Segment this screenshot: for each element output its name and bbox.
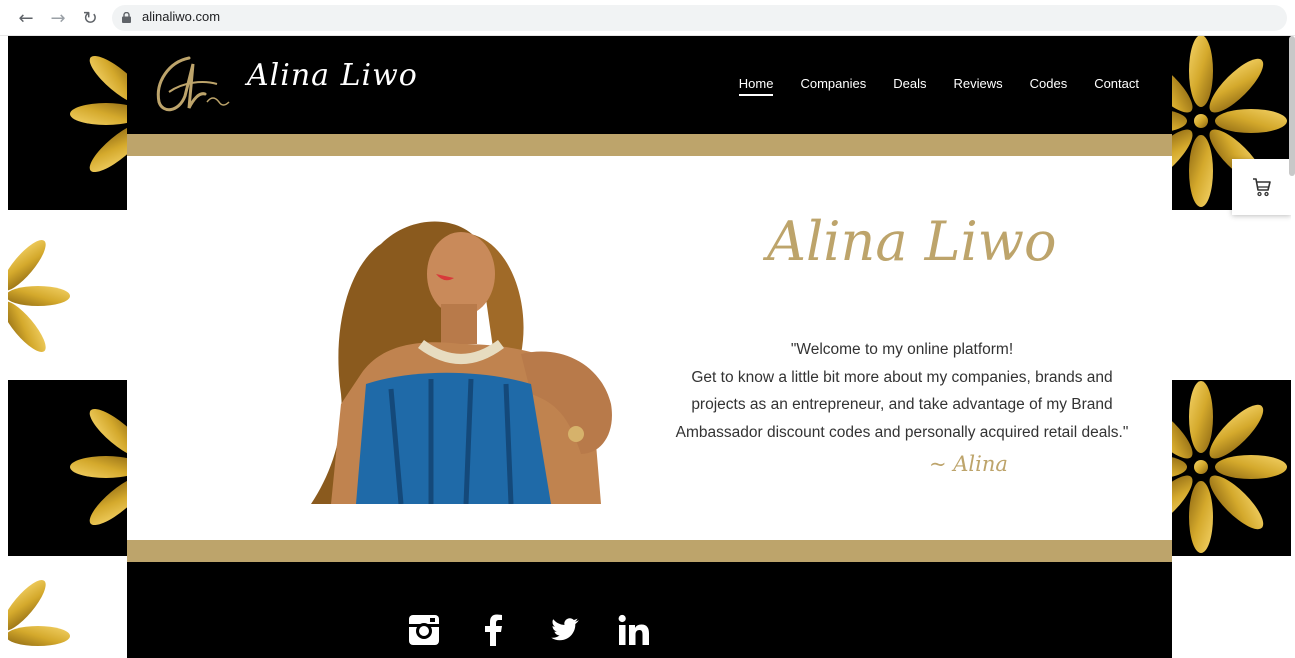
main-navigation: Home Companies Deals Reviews Codes Conta… (738, 76, 1139, 96)
quote-line: "Welcome to my online platform! (790, 341, 1014, 358)
quote-line: Ambassador discount codes and personally… (675, 423, 1129, 441)
twitter-icon[interactable] (548, 614, 580, 646)
web-page: Alina Liwo Home Companies Deals Reviews … (8, 36, 1291, 658)
lock-icon (122, 12, 131, 23)
site-title[interactable]: Alina Liwo (247, 58, 418, 93)
social-links (408, 614, 650, 646)
linkedin-icon[interactable] (618, 614, 650, 646)
nav-home[interactable]: Home (738, 76, 774, 96)
facebook-icon[interactable] (478, 614, 510, 646)
nav-codes[interactable]: Codes (1030, 76, 1068, 96)
page-scrollbar[interactable] (1289, 36, 1295, 176)
alina-portrait-image (311, 221, 612, 504)
left-bottom-flower-decor (8, 580, 70, 646)
hero-title: Alina Liwo (767, 210, 1057, 273)
instagram-icon[interactable] (408, 614, 440, 646)
nav-deals[interactable]: Deals (893, 76, 926, 96)
browser-toolbar: ← → ↻ alinaliwo.com (0, 0, 1295, 36)
forward-arrow-icon[interactable]: → (46, 6, 70, 30)
cart-button[interactable] (1232, 159, 1291, 215)
quote-line: projects as an entrepreneur, and take ad… (691, 396, 1113, 413)
reload-icon[interactable]: ↻ (78, 6, 102, 30)
hero-section: Alina Liwo "Welcome to my online platfor… (127, 156, 1172, 540)
nav-contact[interactable]: Contact (1094, 76, 1139, 96)
quote-signature: ~ Alina (929, 452, 1008, 476)
gold-divider-bottom (127, 540, 1172, 562)
nav-reviews[interactable]: Reviews (953, 76, 1002, 96)
alina-logo-icon[interactable] (149, 52, 239, 118)
back-arrow-icon[interactable]: ← (14, 6, 38, 30)
cart-icon (1252, 178, 1271, 197)
gold-divider-top (127, 134, 1172, 156)
welcome-quote: "Welcome to my online platform! Get to k… (657, 336, 1147, 446)
address-bar[interactable]: alinaliwo.com (112, 5, 1287, 31)
left-white-flower-decor (8, 240, 70, 352)
main-content: Alina Liwo Home Companies Deals Reviews … (127, 36, 1172, 658)
url-text: alinaliwo.com (142, 9, 221, 24)
quote-line: Get to know a little bit more about my c… (691, 368, 1113, 386)
nav-companies[interactable]: Companies (800, 76, 866, 96)
